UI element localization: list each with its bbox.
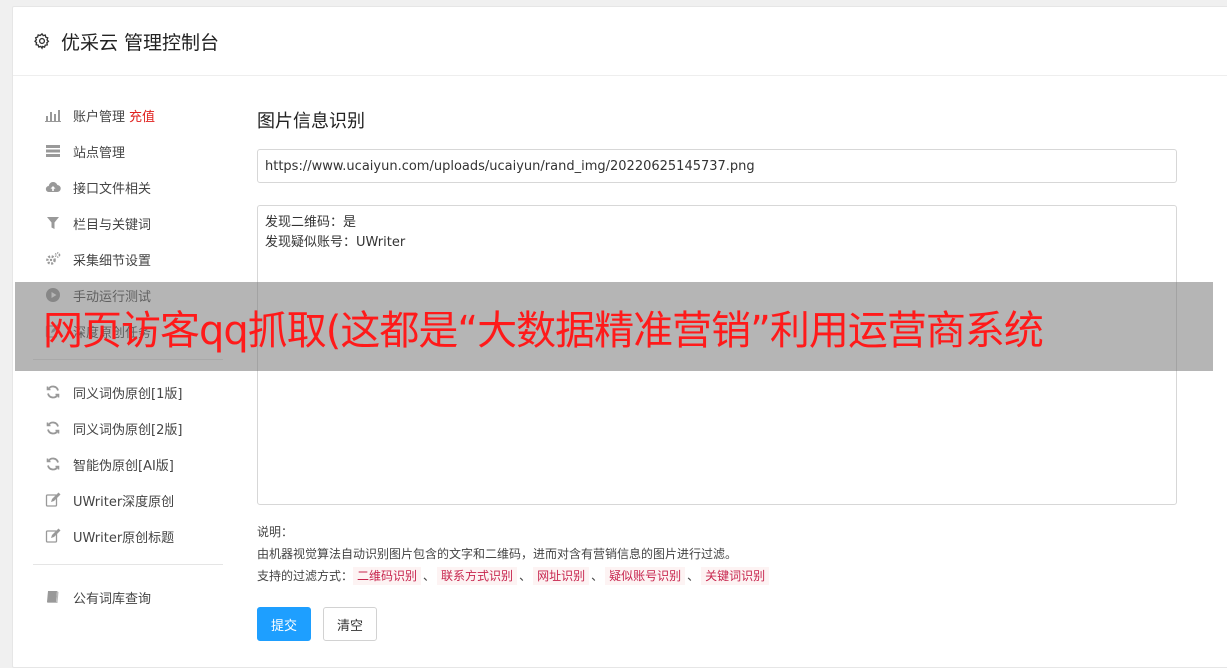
notes-label: 说明： [257,525,294,539]
recharge-link[interactable]: 充值 [129,106,155,125]
sidebar-item[interactable]: 同义词伪原创[2版] [33,410,223,446]
submit-button[interactable]: 提交 [257,607,312,641]
sidebar-item[interactable]: UWriter原创标题 [33,518,223,554]
sidebar-group: 同义词伪原创[1版] 同义词伪原创[2版] 智能伪原创[AI版] UWriter深度原… [33,374,223,554]
book-icon [45,589,61,605]
filters-line: 支持的过滤方式： 二维码识别、联系方式识别、网址识别、疑似账号识别、关键词识别 [257,565,1177,587]
sidebar-item-label: UWriter深度原创 [73,494,175,510]
sidebar-item-label: 栏目与关键词 [73,217,152,233]
sidebar-item[interactable]: UWriter深度原创 [33,482,223,518]
action-buttons: 提交 清空 [257,607,1177,641]
filter-separator: 、 [423,569,436,583]
page-header-title: 优采云 管理控制台 [61,31,220,54]
filter-separator: 、 [687,569,700,583]
sidebar-item[interactable]: 站点管理 [33,133,223,169]
main-content: 图片信息识别 说明： 由机器视觉算法自动识别图片包含的文字和二维码，进而对含有营… [257,107,1177,641]
sidebar-divider [33,564,223,565]
sidebar-item-label: 站点管理 [73,145,126,161]
sidebar-item-label: 公有词库查询 [73,591,152,607]
sidebar-item[interactable]: 公有词库查询 [33,579,223,615]
sidebar-item-label: 同义词伪原创[1版] [73,386,183,402]
filter-tag: 关键词识别 [701,567,770,585]
sidebar-item-label: 接口文件相关 [73,181,152,197]
refresh-icon [45,384,61,400]
clear-button[interactable]: 清空 [323,607,378,641]
filter-icon [45,215,61,231]
refresh-icon [45,420,61,436]
filter-tag: 疑似账号识别 [605,567,686,585]
edit-icon [45,528,61,544]
notes-description: 由机器视觉算法自动识别图片包含的文字和二维码，进而对含有营销信息的图片进行过滤。 [257,547,738,561]
filters-label: 支持的过滤方式： [257,569,354,583]
overlay-banner: 网页访客qq抓取(这都是“大数据精准营销”利用运营商系统 [15,282,1213,371]
sidebar-group: 公有词库查询 [33,579,223,615]
sidebar-item[interactable]: 栏目与关键词 [33,205,223,241]
notes: 说明： 由机器视觉算法自动识别图片包含的文字和二维码，进而对含有营销信息的图片进… [257,521,1177,587]
filter-separator: 、 [591,569,604,583]
edit-icon [45,492,61,508]
sidebar-item-label: 智能伪原创[AI版] [73,458,174,474]
sidebar-item[interactable]: 接口文件相关 [33,169,223,205]
sidebar-item[interactable]: 账户管理 充值 [33,97,223,133]
sidebar-item[interactable]: 采集细节设置 [33,241,223,277]
sidebar-item-label: 账户管理 [73,109,126,125]
sidebar-item[interactable]: 智能伪原创[AI版] [33,446,223,482]
sidebar-item-label: UWriter原创标题 [73,530,175,546]
image-url-input[interactable] [257,149,1177,183]
sidebar-item-label: 采集细节设置 [73,253,152,269]
filter-separator: 、 [519,569,532,583]
filter-tag: 联系方式识别 [437,567,518,585]
filter-tag: 网址识别 [533,567,590,585]
refresh-icon [45,456,61,472]
overlay-banner-text: 网页访客qq抓取(这都是“大数据精准营销”利用运营商系统 [43,307,1044,354]
section-title: 图片信息识别 [257,111,365,132]
gears-icon [45,251,61,267]
header: 优采云 管理控制台 [13,7,1227,76]
cloud-upload-icon [45,179,61,195]
bar-chart-icon [45,107,61,123]
filter-tag: 二维码识别 [353,567,422,585]
sidebar-item[interactable]: 同义词伪原创[1版] [33,374,223,410]
sidebar-item-label: 同义词伪原创[2版] [73,422,183,438]
server-icon [45,143,61,159]
gear-icon [34,32,50,50]
